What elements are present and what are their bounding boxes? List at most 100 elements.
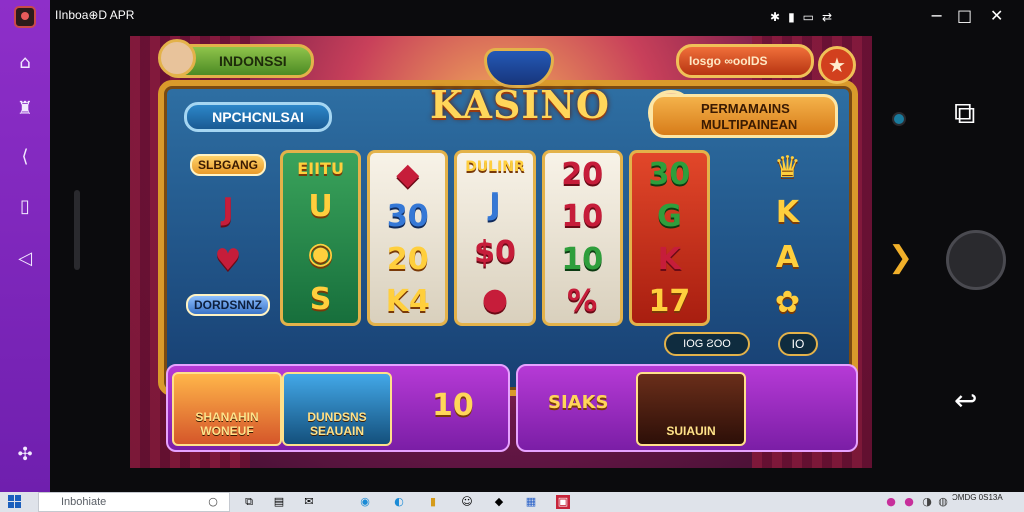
total-win-display: IOG ƧOO <box>664 332 750 356</box>
folder-icon[interactable]: ▤ <box>272 495 286 509</box>
bonus-number[interactable]: 10 <box>432 388 474 423</box>
reel-symbol: % <box>567 284 598 320</box>
tray-icon-4[interactable]: ◍ <box>936 495 950 509</box>
status-icons: ✱ ▮ ▭ ⇄ <box>770 10 832 24</box>
reel-symbol: 20 <box>561 156 604 192</box>
bet-button[interactable]: IO <box>778 332 818 356</box>
reel-symbol: 30 <box>648 156 691 192</box>
heart-card[interactable]: SIAKS <box>548 392 609 413</box>
game-card[interactable]: DUNDSNS SEAUAIN <box>282 372 392 446</box>
tray-panel-right: SIAKS SUIAUIN <box>516 364 858 452</box>
edge-icon[interactable]: ◉ <box>358 495 372 509</box>
reel-symbol: ◆ <box>396 156 420 192</box>
reel-symbol: EIITU <box>297 158 344 178</box>
maximize-icon[interactable]: □ <box>957 6 972 25</box>
left-symbol: J <box>222 192 234 227</box>
slot-reels[interactable]: EIITU U ◉ S ◆ 30 20 K4 DULINR J $0 ● 20 … <box>280 150 711 326</box>
game-tray: SHANAHIN WONEUF DUNDSNS SEAUAIN 10 SIAKS… <box>166 364 858 452</box>
toggle-icon: ⇄ <box>822 10 833 24</box>
explorer-icon[interactable]: ▮ <box>426 495 440 509</box>
card-label: SHANAHIN WONEUF <box>195 410 259 438</box>
reel-symbol: ● <box>481 281 509 317</box>
back-icon[interactable]: ↩ <box>954 384 977 417</box>
search-input[interactable]: Inbohiate <box>38 492 230 512</box>
reel-symbol: DULINR <box>465 159 525 176</box>
signal-icon: ▮ <box>788 10 795 24</box>
left-top-label: SLBGANG <box>190 154 266 176</box>
reel-symbol: 10 <box>561 241 604 277</box>
reel-symbol: U <box>308 189 333 225</box>
reel-symbol: K <box>657 241 682 277</box>
reel-symbol: ◉ <box>307 235 334 271</box>
reel-symbol: 10 <box>561 199 604 235</box>
game-view[interactable]: INDONSSI KASINO Iosgo ∞ooIDS ★ NPCHCNLSA… <box>130 36 872 468</box>
right-paytable: ♛ K A ✿ <box>774 150 801 320</box>
avatar <box>158 39 196 77</box>
app-icon[interactable] <box>14 6 36 28</box>
right-symbol: ♛ <box>774 150 801 185</box>
game-card[interactable]: SHANAHIN WONEUF <box>172 372 282 446</box>
tray-icon-1[interactable]: ● <box>884 495 898 509</box>
minimize-icon[interactable]: − <box>930 6 943 25</box>
game-card[interactable]: SUIAUIN <box>636 372 746 446</box>
bluetooth-icon: ✱ <box>770 10 781 24</box>
reel-symbol: 30 <box>386 199 429 235</box>
emulator-screen: ⌂ ♜ ⟨ ▯ ◁ ✣ IInboa⊕D APR ✱ ▮ ▭ ⇄ − □ ✕ I… <box>0 0 1024 512</box>
window-title: IInboa⊕D APR <box>55 8 135 22</box>
multiplayer-line1: PERMAMAINS <box>701 101 790 116</box>
emulator-taskbar-icon[interactable]: ▣ <box>556 495 570 509</box>
store-icon[interactable]: ◆ <box>492 495 506 509</box>
mail-icon[interactable]: ✉ <box>302 495 316 509</box>
windows-icon[interactable] <box>8 495 22 509</box>
emulator-sidebar: ⌂ ♜ ⟨ ▯ ◁ ✣ <box>0 0 50 492</box>
card-label: SUIAUIN <box>666 424 716 438</box>
left-paytable: SLBGANG J ♥ DORDSNNZ <box>186 154 270 316</box>
reel-symbol: $0 <box>474 234 516 270</box>
right-symbol: ✿ <box>774 285 801 320</box>
multiplayer-line2: MULTIPAINEAN <box>701 117 798 132</box>
forward-chevron-icon[interactable]: ❯ <box>888 240 913 275</box>
game-logo: KASINO <box>430 82 611 127</box>
reel: DULINR J $0 ● <box>454 150 536 326</box>
reel: ◆ 30 20 K4 <box>367 150 449 326</box>
left-bottom-label: DORDSNNZ <box>186 294 270 316</box>
taskbar: Inbohiate ○ ⧉ ▤ ✉ ◉ ◐ ▮ ☺ ◆ ▦ ▣ ● ● ◑ ◍ … <box>0 492 1024 512</box>
profile-icon[interactable]: ♜ <box>14 98 36 120</box>
calendar-icon[interactable]: ▦ <box>524 495 538 509</box>
battery-icon: ▭ <box>802 10 815 24</box>
add-coins-button[interactable]: ★ <box>818 46 856 84</box>
language-label: INDONSSI <box>219 53 287 69</box>
settings-icon[interactable]: ✣ <box>14 444 36 466</box>
left-symbol: ♥ <box>214 243 242 278</box>
close-icon[interactable]: ✕ <box>990 6 1003 25</box>
recent-apps-icon[interactable]: ⧉ <box>954 96 975 131</box>
share-icon[interactable]: ⟨ <box>14 146 36 168</box>
coin-label: Iosgo ∞ooIDS <box>689 54 768 68</box>
tray-icon-3[interactable]: ◑ <box>920 495 934 509</box>
reel-symbol: 17 <box>648 284 691 320</box>
reel: EIITU U ◉ S <box>280 150 362 326</box>
device-edge <box>74 190 80 270</box>
task-view-icon[interactable]: ⧉ <box>242 495 256 509</box>
tray-icon-2[interactable]: ● <box>902 495 916 509</box>
tray-panel-left: SHANAHIN WONEUF DUNDSNS SEAUAIN 10 <box>166 364 510 452</box>
reel-symbol: S <box>309 282 332 318</box>
reel-symbol: J <box>489 187 501 223</box>
card-label: DUNDSNS SEAUAIN <box>307 410 367 438</box>
multiplayer-button[interactable]: PERMAMAINS MULTIPAINEAN <box>650 94 838 138</box>
reel-symbol: 20 <box>386 241 429 277</box>
search-icon[interactable]: ○ <box>206 495 220 509</box>
reel: 20 10 10 % <box>541 150 623 326</box>
book-icon[interactable]: ▯ <box>14 196 36 218</box>
camera-icon <box>892 112 906 126</box>
reel-symbol: K4 <box>385 284 430 320</box>
chat-icon[interactable]: ☺ <box>460 495 474 509</box>
home-button-icon[interactable] <box>946 230 1006 290</box>
browser-icon[interactable]: ◐ <box>392 495 406 509</box>
volume-icon[interactable]: ◁ <box>14 248 36 270</box>
reel-symbol: G <box>657 199 682 235</box>
home-icon[interactable]: ⌂ <box>14 52 36 74</box>
right-symbol: A <box>775 240 800 275</box>
player-badge[interactable]: NPCHCNLSAI <box>184 102 332 132</box>
clock[interactable]: ƆMDG 0S13A <box>952 494 1003 502</box>
